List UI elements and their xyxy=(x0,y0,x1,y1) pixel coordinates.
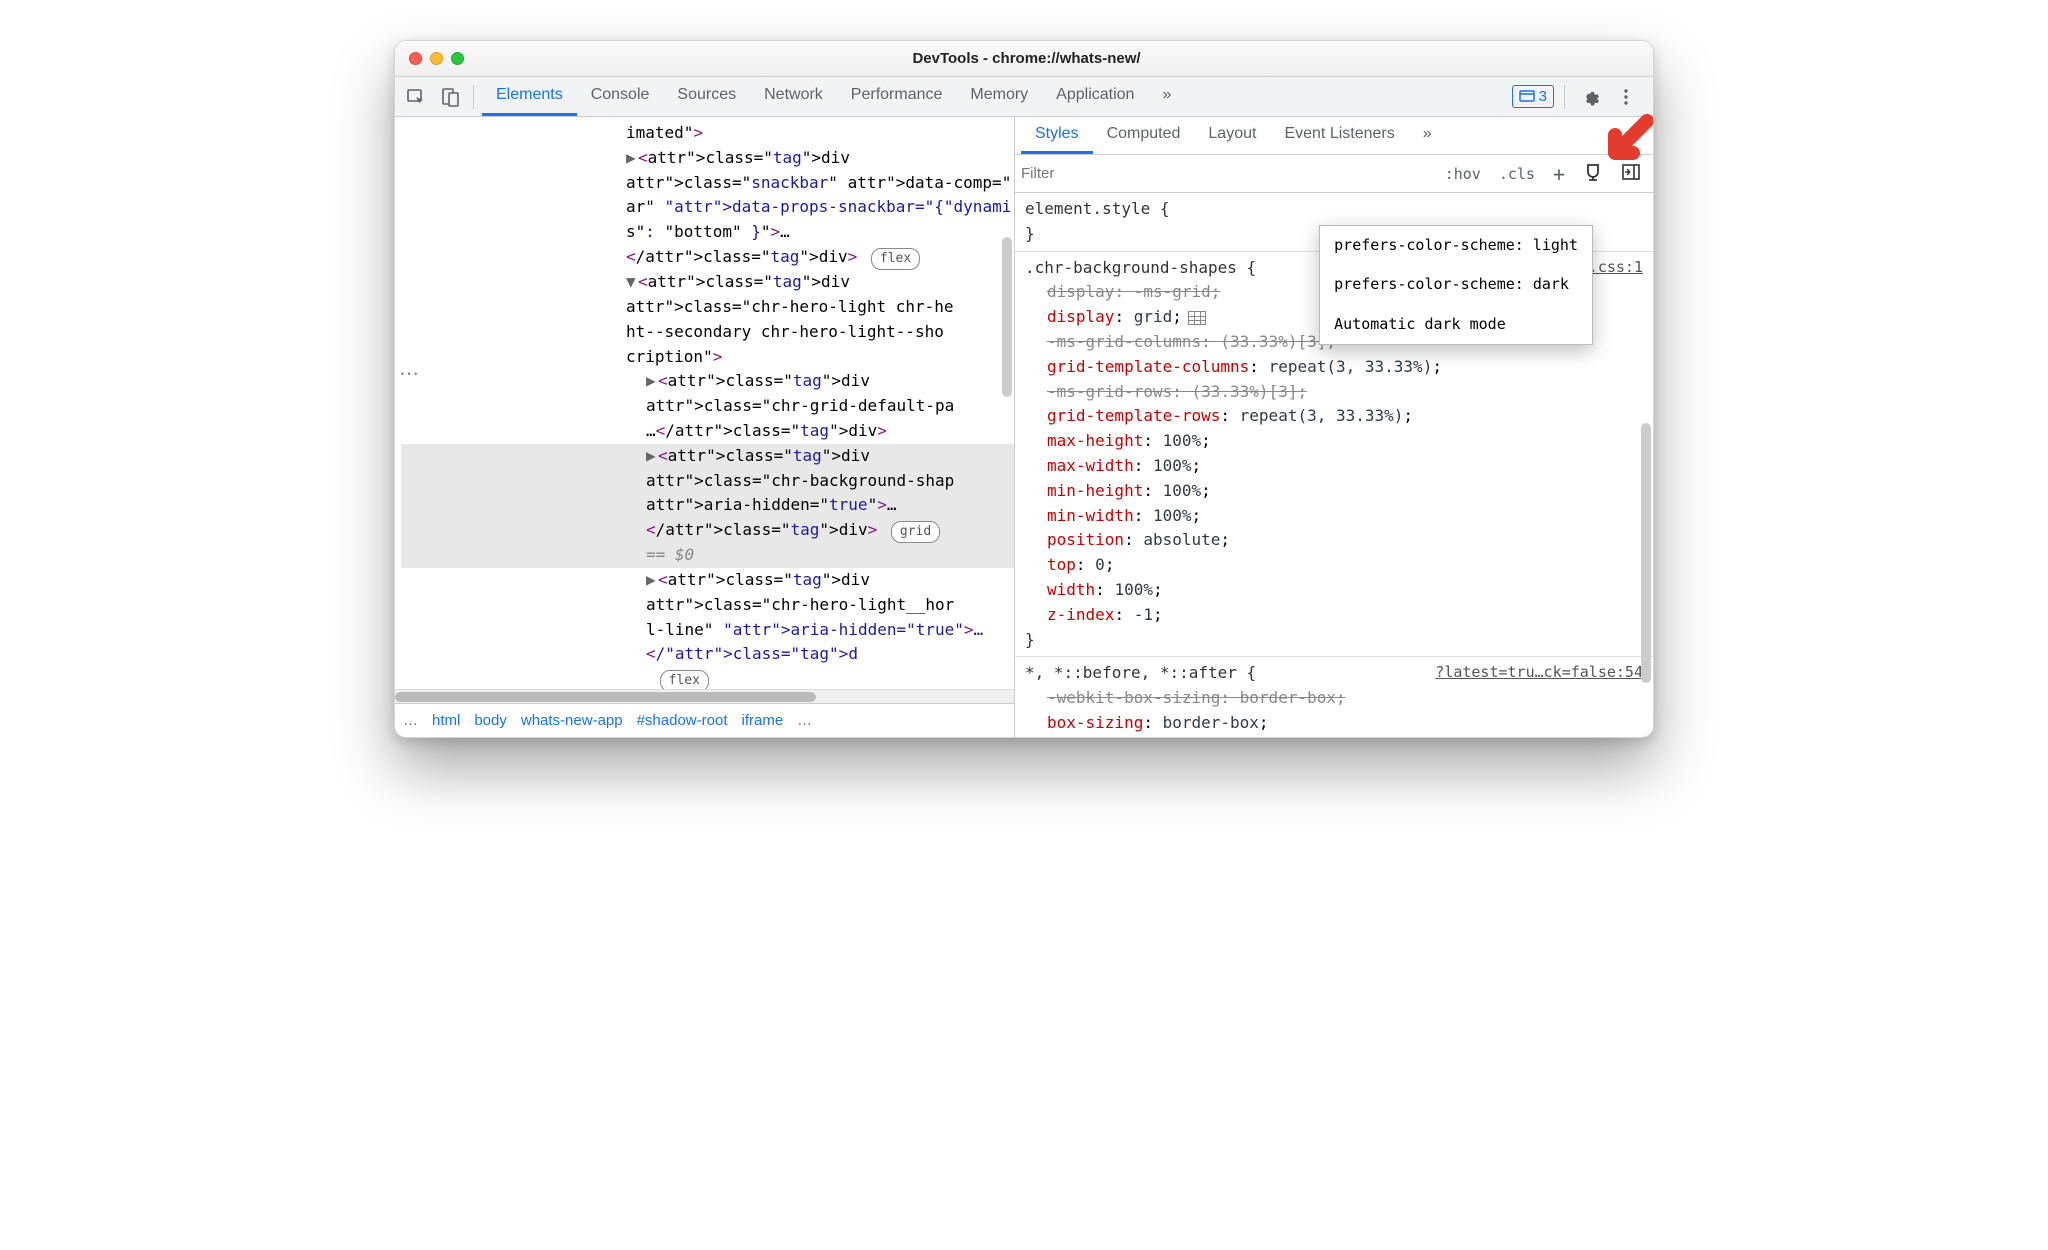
tabs-overflow-icon[interactable]: » xyxy=(1148,77,1185,116)
new-style-rule-button[interactable]: + xyxy=(1547,158,1571,190)
tab-sources[interactable]: Sources xyxy=(663,77,750,116)
window-controls xyxy=(409,52,464,65)
tab-console[interactable]: Console xyxy=(577,77,664,116)
dom-line[interactable]: s": "bottom" }">…</attr">class="tag">div… xyxy=(401,220,1014,270)
dom-line[interactable]: attr">aria-hidden="true">…</attr">class=… xyxy=(401,493,1014,543)
rendering-emulations-popup: prefers-color-scheme: light prefers-colo… xyxy=(1319,225,1593,345)
separator xyxy=(1564,85,1565,109)
dom-line[interactable]: …</attr">class="tag">div> xyxy=(401,419,1014,444)
titlebar: DevTools - chrome://whats-new/ xyxy=(395,41,1653,77)
css-property[interactable]: position: absolute; xyxy=(1025,528,1643,553)
tab-styles[interactable]: Styles xyxy=(1021,117,1093,154)
breadcrumb: … html body whats-new-app #shadow-root i… xyxy=(395,703,1014,737)
separator xyxy=(473,85,474,109)
popup-item[interactable]: prefers-color-scheme: light xyxy=(1320,226,1592,265)
cls-button[interactable]: .cls xyxy=(1493,161,1541,187)
device-toggle-icon[interactable] xyxy=(435,82,465,112)
styles-toolbar: :hov .cls + xyxy=(1015,155,1653,193)
tab-performance[interactable]: Performance xyxy=(837,77,957,116)
hov-button[interactable]: :hov xyxy=(1439,161,1487,187)
styles-filter-input[interactable] xyxy=(1021,165,1241,182)
issues-badge[interactable]: 3 xyxy=(1512,85,1554,108)
tab-computed[interactable]: Computed xyxy=(1093,117,1195,154)
dom-line[interactable]: ht--secondary chr-hero-light--sho xyxy=(401,320,1014,345)
css-property[interactable]: -ms-grid-rows: (33.33%)[3]; xyxy=(1025,380,1643,405)
styles-tabs-overflow-icon[interactable]: » xyxy=(1409,117,1446,154)
styles-tabs: Styles Computed Layout Event Listeners » xyxy=(1015,117,1653,155)
close-window-button[interactable] xyxy=(409,52,422,65)
main-toolbar: Elements Console Sources Network Perform… xyxy=(395,77,1653,117)
issues-icon xyxy=(1519,90,1535,104)
annotation-arrow-icon xyxy=(1597,113,1654,178)
dom-line[interactable]: ▼<attr">class="tag">div attr">class="chr… xyxy=(401,270,1014,320)
selector: element.style { xyxy=(1025,197,1643,222)
css-property[interactable]: max-height: 100%; xyxy=(1025,429,1643,454)
vertical-scrollbar[interactable] xyxy=(1641,423,1651,683)
breadcrumb-overflow-right[interactable]: … xyxy=(797,712,812,729)
css-property[interactable]: top: 0; xyxy=(1025,553,1643,578)
dom-line[interactable]: cription"> xyxy=(401,345,1014,370)
dom-line[interactable]: imated"> xyxy=(401,121,1014,146)
dom-line[interactable]: flex xyxy=(401,667,1014,689)
dom-line[interactable]: ▶<attr">class="tag">div attr">class="chr… xyxy=(401,444,1014,494)
tab-elements[interactable]: Elements xyxy=(482,77,577,116)
css-property[interactable]: -webkit-box-sizing: border-box; xyxy=(1025,686,1643,711)
grid-editor-icon[interactable] xyxy=(1188,311,1206,325)
breadcrumb-item[interactable]: #shadow-root xyxy=(637,712,728,729)
inspect-icon[interactable] xyxy=(401,82,431,112)
css-rule[interactable]: ?latest=tru…ck=false:54*, *::before, *::… xyxy=(1015,657,1653,737)
dom-tree[interactable]: imated">▶<attr">class="tag">div attr">cl… xyxy=(395,117,1014,689)
more-icon[interactable] xyxy=(1611,82,1641,112)
tab-layout[interactable]: Layout xyxy=(1194,117,1270,154)
window-title: DevTools - chrome://whats-new/ xyxy=(464,50,1589,67)
devtools-window: DevTools - chrome://whats-new/ Elements … xyxy=(394,40,1654,738)
dom-line[interactable]: == $0 xyxy=(401,543,1014,568)
dom-line[interactable]: ▶<attr">class="tag">div attr">class="chr… xyxy=(401,568,1014,618)
styles-panel: Styles Computed Layout Event Listeners »… xyxy=(1015,117,1653,737)
css-property[interactable]: min-width: 100%; xyxy=(1025,504,1643,529)
css-property[interactable]: grid-template-rows: repeat(3, 33.33%); xyxy=(1025,404,1643,429)
main-tabs: Elements Console Sources Network Perform… xyxy=(482,77,1508,116)
css-property[interactable]: grid-template-columns: repeat(3, 33.33%)… xyxy=(1025,355,1643,380)
breadcrumb-item[interactable]: body xyxy=(474,712,507,729)
gutter-dots-icon: ⋯ xyxy=(399,361,421,386)
css-property[interactable]: width: 100%; xyxy=(1025,578,1643,603)
tab-event-listeners[interactable]: Event Listeners xyxy=(1270,117,1408,154)
breadcrumb-item[interactable]: html xyxy=(432,712,460,729)
vertical-scrollbar[interactable] xyxy=(1002,237,1012,397)
dom-line[interactable]: ar" "attr">data-props-snackbar="{"dynami xyxy=(401,195,1014,220)
dom-line[interactable]: ▶<attr">class="tag">div attr">class="sna… xyxy=(401,146,1014,196)
stylesheet-link[interactable]: ?latest=tru…ck=false:54 xyxy=(1435,661,1643,684)
tab-memory[interactable]: Memory xyxy=(956,77,1042,116)
tab-network[interactable]: Network xyxy=(750,77,837,116)
breadcrumb-overflow-left[interactable]: … xyxy=(403,712,418,729)
issues-count: 3 xyxy=(1539,88,1547,105)
breadcrumb-item[interactable]: iframe xyxy=(741,712,783,729)
styles-body[interactable]: element.style { } n.css:1.chr-background… xyxy=(1015,193,1653,737)
zoom-window-button[interactable] xyxy=(451,52,464,65)
breadcrumb-item[interactable]: whats-new-app xyxy=(521,712,623,729)
minimize-window-button[interactable] xyxy=(430,52,443,65)
dom-line[interactable]: l-line" "attr">aria-hidden="true">…</"at… xyxy=(401,618,1014,668)
popup-item[interactable]: prefers-color-scheme: dark xyxy=(1320,265,1592,304)
elements-panel: imated">▶<attr">class="tag">div attr">cl… xyxy=(395,117,1015,737)
popup-item[interactable]: Automatic dark mode xyxy=(1320,305,1592,344)
css-property[interactable]: max-width: 100%; xyxy=(1025,454,1643,479)
dom-line[interactable]: ▶<attr">class="tag">div attr">class="chr… xyxy=(401,369,1014,419)
settings-icon[interactable] xyxy=(1575,82,1605,112)
css-property[interactable]: z-index: -1; xyxy=(1025,603,1643,628)
tab-application[interactable]: Application xyxy=(1042,77,1148,116)
css-property[interactable]: box-sizing: border-box; xyxy=(1025,711,1643,736)
horizontal-scrollbar[interactable] xyxy=(395,689,1014,703)
css-property[interactable]: min-height: 100%; xyxy=(1025,479,1643,504)
